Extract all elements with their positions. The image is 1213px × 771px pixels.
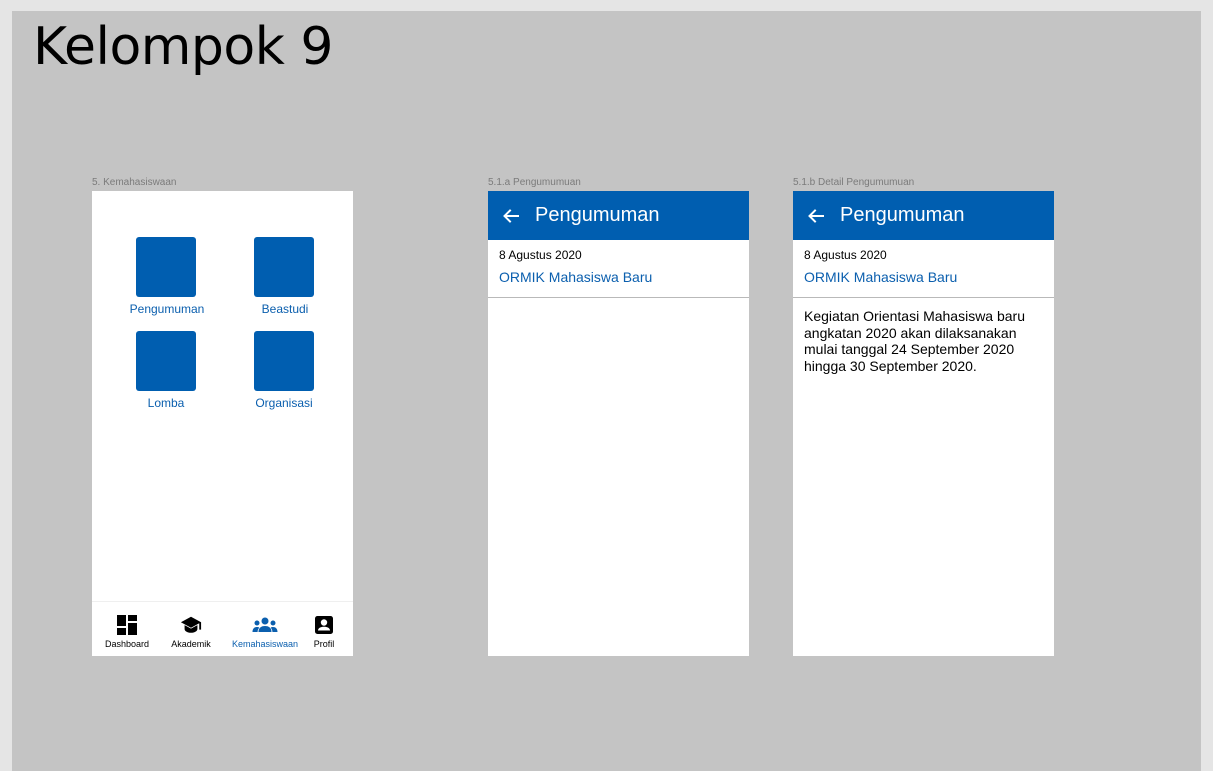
nav-label: Dashboard: [104, 639, 150, 649]
nav-label: Kemahasiswaan: [231, 639, 299, 649]
frame-label-kemahasiswaan: 5. Kemahasiswaan: [92, 177, 177, 188]
app-bar: Pengumuman: [488, 191, 749, 240]
pengumuman-screen: Pengumuman 8 Agustus 2020 ORMIK Mahasisw…: [488, 191, 749, 656]
announcement-date: 8 Agustus 2020: [499, 248, 582, 262]
tile-label: Organisasi: [255, 396, 313, 410]
profile-icon: [315, 616, 333, 634]
divider: [488, 297, 749, 298]
beastudi-tile-icon: [254, 237, 314, 297]
nav-label: Akademik: [171, 639, 211, 649]
tile-label: Pengumuman: [129, 302, 205, 316]
page-title: Kelompok 9: [33, 17, 333, 77]
nav-item-akademik[interactable]: Akademik: [166, 602, 216, 656]
dashboard-icon: [117, 615, 137, 635]
app-bar-title: Pengumuman: [535, 204, 660, 226]
announcement-title: ORMIK Mahasiswa Baru: [499, 269, 653, 285]
group-icon: [252, 617, 278, 632]
nav-label: Profil: [313, 639, 335, 649]
app-bar: Pengumuman: [793, 191, 1054, 240]
bottom-navigation: Dashboard Akademik Kemahasiswaan Profil: [92, 601, 353, 656]
nav-item-kemahasiswaan[interactable]: Kemahasiswaan: [230, 602, 300, 656]
frame-label-pengumuman: 5.1.a Pengumumuan: [488, 177, 581, 188]
lomba-tile-icon: [136, 331, 196, 391]
graduation-cap-icon: [180, 616, 202, 633]
organisasi-tile-icon: [254, 331, 314, 391]
announcement-title: ORMIK Mahasiswa Baru: [804, 269, 958, 285]
nav-item-dashboard[interactable]: Dashboard: [102, 602, 152, 656]
pengumuman-tile-icon: [136, 237, 196, 297]
nav-item-profil[interactable]: Profil: [304, 602, 344, 656]
tile-label: Beastudi: [261, 302, 309, 316]
frame-label-detail: 5.1.b Detail Pengumumuan: [793, 177, 915, 188]
tile-label: Lomba: [147, 396, 185, 410]
detail-pengumuman-screen: Pengumuman 8 Agustus 2020 ORMIK Mahasisw…: [793, 191, 1054, 656]
announcement-body: Kegiatan Orientasi Mahasiswa baru angkat…: [804, 308, 1026, 374]
back-arrow-icon[interactable]: [500, 205, 522, 227]
app-bar-title: Pengumuman: [840, 204, 965, 226]
kemahasiswaan-screen: Pengumuman Beastudi Lomba Organisasi Das…: [92, 191, 353, 656]
announcement-date: 8 Agustus 2020: [804, 248, 887, 262]
divider: [793, 297, 1054, 298]
back-arrow-icon[interactable]: [805, 205, 827, 227]
